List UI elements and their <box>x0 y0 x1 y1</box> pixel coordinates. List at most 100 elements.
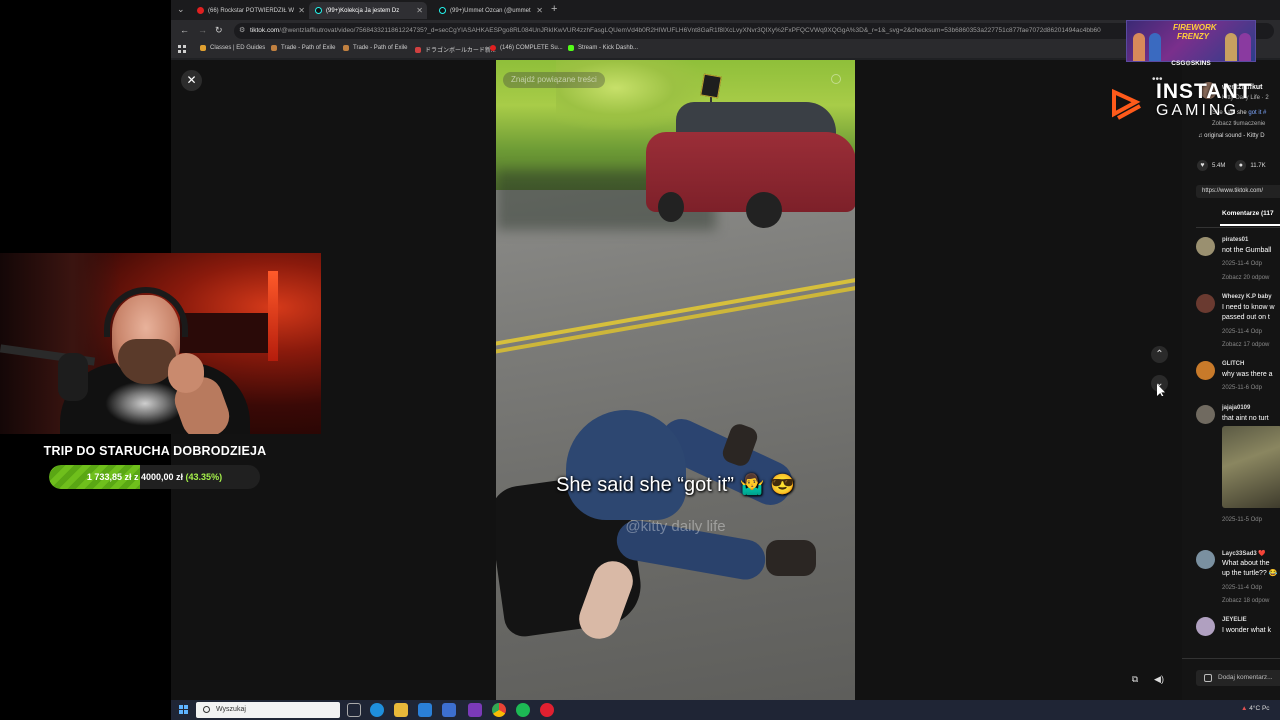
back-icon[interactable]: ← <box>180 25 189 35</box>
search-icon[interactable] <box>831 74 841 84</box>
comment-text: What about the <box>1222 560 1270 567</box>
tab-underline <box>1220 224 1280 226</box>
road-sign <box>700 73 722 99</box>
bookmark-item[interactable]: Trade - Path of Exile <box>343 45 407 51</box>
tab-bar: ⌄ (66) Rockstar POTWIERDZIŁ W ✕ (99+)Kol… <box>171 0 1280 20</box>
taskbar-search[interactable]: Wyszukaj <box>196 702 340 718</box>
banner-character <box>1149 33 1161 61</box>
donation-goal-bar: 1 733,85 zł z 4000,00 zł (43.35%) <box>49 465 260 489</box>
video-caption: She said she “got it” 🤷‍♂️ 😎 <box>556 474 795 496</box>
banner-character <box>1133 33 1145 61</box>
banner-character <box>1239 33 1251 61</box>
comment-image[interactable] <box>1222 426 1280 508</box>
new-tab-button[interactable]: + <box>551 3 557 15</box>
reload-icon[interactable]: ↻ <box>215 25 223 36</box>
edge-icon[interactable] <box>370 703 384 717</box>
view-replies-link[interactable]: Zobacz 17 odpow <box>1222 342 1269 348</box>
view-replies-link[interactable]: Zobacz 20 odpow <box>1222 275 1269 281</box>
bookmark-icon <box>415 46 421 53</box>
bookmark-item[interactable]: Trade - Path of Exile <box>271 45 335 51</box>
bookmark-icon <box>200 45 206 51</box>
mini-player-icon[interactable]: ⧉ <box>1128 672 1142 686</box>
mail-icon[interactable] <box>418 703 432 717</box>
site-info-icon[interactable]: ⚙ <box>239 23 245 39</box>
view-replies-link[interactable]: Zobacz 18 odpow <box>1222 598 1269 604</box>
video-watermark: @kitty daily life <box>625 518 726 535</box>
sound-link[interactable]: ♫ original sound - Kitty D <box>1198 133 1265 139</box>
comment-user[interactable]: Wheezy K.P baby <box>1222 294 1272 300</box>
previous-video-button[interactable]: ⌃ <box>1151 346 1168 363</box>
bookmark-item[interactable]: ドラゴンボールカード新... <box>415 45 496 54</box>
comment-item: Layc33Sad3 ❤️ What about the up the turt… <box>1196 550 1280 610</box>
windows-taskbar: Wyszukaj ▲ 4°C Pc <box>171 700 1280 720</box>
taskbar-search-placeholder: Wyszukaj <box>216 706 246 713</box>
tab-close-icon[interactable]: ✕ <box>416 6 423 15</box>
copy-link-field[interactable]: https://www.tiktok.com/ <box>1196 185 1280 198</box>
notification-icon[interactable]: ▲ <box>1241 705 1247 712</box>
add-comment-placeholder: Dodaj komentarz... <box>1218 674 1273 681</box>
add-comment-input[interactable]: Dodaj komentarz... <box>1196 670 1280 686</box>
address-bar-row: ← → ↻ ⚙ tiktok.com/@wentzlaffkutrovat/vi… <box>171 20 1280 42</box>
spotify-icon[interactable] <box>516 703 530 717</box>
comment-text: why was there a <box>1222 371 1273 378</box>
tab-close-icon[interactable]: ✕ <box>536 6 543 15</box>
close-video-button[interactable]: ✕ <box>181 70 202 91</box>
instant-gaming-logo: INSTANT GAMING <box>1110 80 1280 124</box>
bookmark-item[interactable]: (146) COMPLETE Su... <box>490 45 563 51</box>
system-tray: ▲ 4°C Pc <box>1241 705 1270 712</box>
comment-meta: 2025-11-4 Odp <box>1222 329 1262 335</box>
avatar[interactable] <box>1196 361 1215 380</box>
apps-grid-icon[interactable] <box>178 45 186 53</box>
tab-label: (99+)Ummet Ozcan (@ummet <box>450 7 531 14</box>
avatar[interactable] <box>1196 550 1215 569</box>
comment-edit-icon <box>1204 674 1212 682</box>
banner-subtitle: FRENZY <box>1177 32 1209 41</box>
avatar[interactable] <box>1196 617 1215 636</box>
avatar[interactable] <box>1196 294 1215 313</box>
video-player[interactable]: Znajdź powiązane treści She said she “go… <box>496 60 855 700</box>
comment-user[interactable]: JEYELIE <box>1222 617 1247 623</box>
brand-name-top: INSTANT <box>1156 80 1253 103</box>
tab-tiktok-collection[interactable]: (99+)Kolekcja Ja jestem Dz ✕ <box>309 2 427 19</box>
car-wheel <box>658 192 684 222</box>
file-explorer-icon[interactable] <box>394 703 408 717</box>
comment-item: jajaja0109 that aint no turt 2025-11-5 O… <box>1196 405 1280 545</box>
windows-start-icon[interactable] <box>179 705 188 714</box>
comment-item: JEYELIE I wonder what k <box>1196 617 1280 657</box>
comment-meta: 2025-11-4 Odp <box>1222 585 1262 591</box>
bookmark-item[interactable]: Stream - Kick Dashb... <box>568 45 638 51</box>
tray-weather[interactable]: 4°C Pc <box>1249 705 1269 712</box>
goal-separator: z <box>131 472 141 482</box>
find-related-button[interactable]: Znajdź powiązane treści <box>503 72 605 88</box>
kick-icon <box>568 45 574 51</box>
tab-close-icon[interactable]: ✕ <box>298 6 305 15</box>
comment-icon[interactable]: ● <box>1235 160 1247 171</box>
comment-user[interactable]: GLITCH <box>1222 361 1244 367</box>
url-field[interactable]: ⚙ tiktok.com/@wentzlaffkutrovat/video/75… <box>234 23 1274 39</box>
forward-icon[interactable]: → <box>198 25 207 35</box>
heart-icon[interactable]: ♥ <box>1197 160 1208 171</box>
bookmark-label: Stream - Kick Dashb... <box>578 45 639 51</box>
comment-text: passed out on t <box>1222 314 1270 321</box>
tab-ummet-ozcan[interactable]: (99+)Ummet Ozcan (@ummet ✕ <box>433 2 547 19</box>
comment-user[interactable]: Layc33Sad3 ❤️ <box>1222 550 1266 557</box>
comment-user[interactable]: pirates01 <box>1222 237 1248 243</box>
sponsor-label: CSG⊙SKINS <box>1171 60 1211 67</box>
tab-comments[interactable]: Komentarze (117 <box>1222 210 1274 217</box>
store-icon[interactable] <box>442 703 456 717</box>
app-icon[interactable] <box>468 703 482 717</box>
chrome-icon[interactable] <box>492 703 506 717</box>
avatar[interactable] <box>1196 237 1215 256</box>
webcam-shelf <box>180 313 270 353</box>
comment-text: up the turtle?? 😂 <box>1222 570 1278 577</box>
avatar[interactable] <box>1196 405 1215 424</box>
tab-rockstar[interactable]: (66) Rockstar POTWIERDZIŁ W ✕ <box>191 2 309 19</box>
youtube-icon <box>197 7 204 14</box>
comment-user[interactable]: jajaja0109 <box>1222 405 1250 411</box>
tab-search-dropdown-icon[interactable]: ⌄ <box>177 4 185 15</box>
volume-icon[interactable]: ◀) <box>1152 672 1166 686</box>
car-wheel <box>746 192 782 228</box>
bookmark-item[interactable]: Classes | ED Guides <box>200 45 265 51</box>
task-view-icon[interactable] <box>347 703 361 717</box>
obs-icon[interactable] <box>540 703 554 717</box>
